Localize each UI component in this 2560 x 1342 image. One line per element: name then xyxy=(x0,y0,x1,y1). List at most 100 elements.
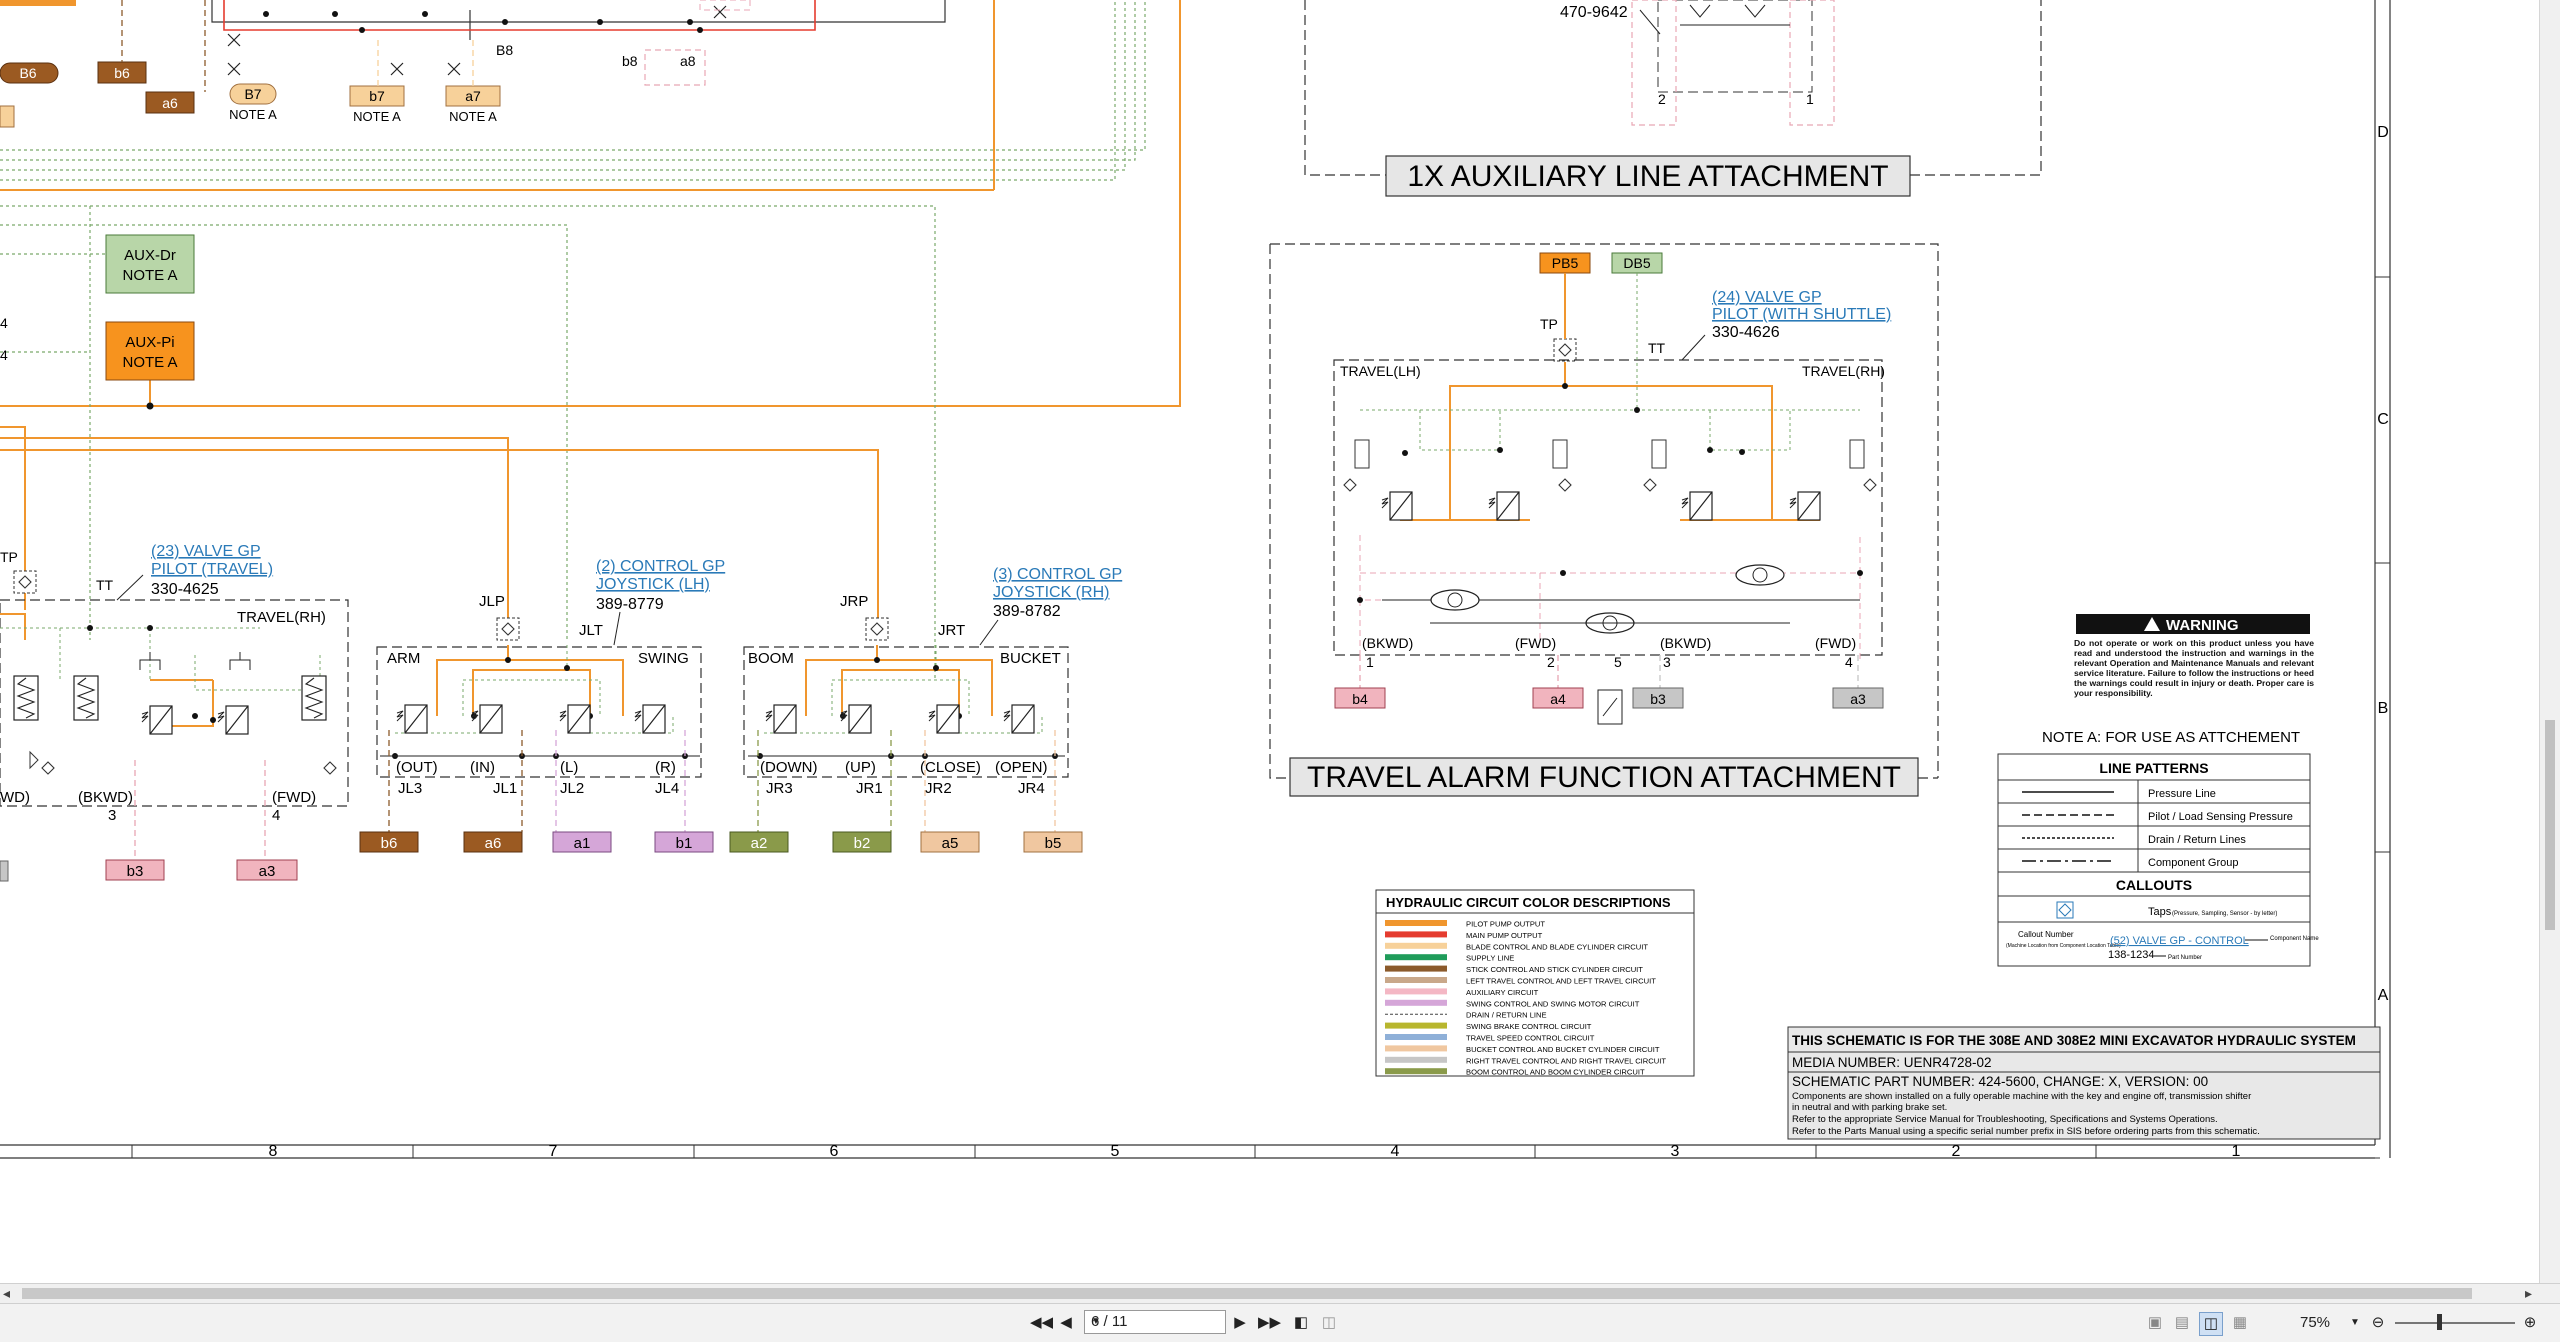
fit-width-icon[interactable]: ◫ xyxy=(1318,1312,1340,1334)
travel-rh-label: TRAVEL(RH) xyxy=(237,609,326,626)
travel-port-4: 4 xyxy=(272,807,280,824)
grid-col-2: 2 xyxy=(1952,1143,1961,1160)
port-a3-left-label: a3 xyxy=(259,863,276,880)
port-jl4: JL4 xyxy=(655,780,679,797)
grid-col-1: 1 xyxy=(2232,1143,2241,1160)
page-dropdown-icon[interactable]: ▼ xyxy=(1091,1311,1221,1333)
line-pattern-pilot: Pilot / Load Sensing Pressure xyxy=(2148,811,2293,823)
grid-row-a: A xyxy=(2378,987,2389,1004)
zoom-out-icon[interactable]: ⊖ xyxy=(2368,1312,2388,1334)
single-page-view-icon[interactable]: ▣ xyxy=(2145,1312,2165,1334)
prev-page-icon[interactable]: ◀ xyxy=(1058,1312,1074,1334)
port-jl1: JL1 xyxy=(493,780,517,797)
joystick-rh-down: (DOWN) xyxy=(760,759,817,776)
joystick-lh-in: (IN) xyxy=(470,759,495,776)
color-swatch xyxy=(1385,920,1447,926)
joystick-rh-callout-link[interactable]: (3) CONTROL GP xyxy=(993,566,1122,583)
grid-row-d: D xyxy=(2377,124,2389,141)
joystick-lh-r: (R) xyxy=(655,759,676,776)
line-patterns-title: LINE PATTERNS xyxy=(2099,760,2208,776)
port-b2-rh-label: b2 xyxy=(854,835,871,852)
travel-valve-callout-link[interactable]: (23) VALVE GP xyxy=(151,543,261,560)
note-a-text: NOTE A: FOR USE AS ATTCHEMENT xyxy=(2042,729,2300,746)
color-swatch xyxy=(1385,1068,1447,1075)
port-jr3: JR3 xyxy=(766,780,793,797)
zoom-slider[interactable] xyxy=(2395,1322,2515,1324)
port-jr2: JR2 xyxy=(925,780,952,797)
horizontal-scrollbar[interactable]: ◂ ▸ xyxy=(0,1283,2560,1304)
joystick-lh-callout-link-2[interactable]: JOYSTICK (LH) xyxy=(596,576,710,593)
travel-alarm-port-3: 3 xyxy=(1663,654,1671,670)
color-desc-label: MAIN PUMP OUTPUT xyxy=(1466,931,1543,940)
port-b7-label: b7 xyxy=(369,88,385,104)
scroll-right-icon[interactable]: ▸ xyxy=(2525,1285,2532,1302)
line-patterns-legend: LINE PATTERNS Pressure Line Pilot / Load… xyxy=(1997,753,2319,967)
fit-page-icon[interactable]: ◧ xyxy=(1290,1312,1312,1334)
part-number-label: Part Number xyxy=(2168,955,2202,961)
travel-fwd-label: (FWD) xyxy=(272,789,316,806)
horizontal-scroll-thumb[interactable] xyxy=(22,1288,2472,1299)
joystick-swing-label: SWING xyxy=(638,650,689,667)
aux-pi-box xyxy=(105,321,195,381)
color-desc-label: STICK CONTROL AND STICK CYLINDER CIRCUIT xyxy=(1466,965,1643,974)
vertical-scrollbar[interactable] xyxy=(2539,0,2560,1283)
color-desc-label: LEFT TRAVEL CONTROL AND LEFT TRAVEL CIRC… xyxy=(1466,977,1656,986)
joystick-lh-part: 389-8779 xyxy=(596,596,664,613)
part-470-9642: 470-9642 xyxy=(1560,4,1628,21)
page-number-input[interactable]: 6 / 11 ▼ xyxy=(1084,1310,1226,1334)
travel-alarm-port-1: 1 xyxy=(1366,654,1374,670)
cover-view-icon[interactable]: ▦ xyxy=(2230,1312,2250,1334)
aux-dr-label: AUX-Dr xyxy=(124,247,176,264)
title-block-note-3: Refer to the appropriate Service Manual … xyxy=(1792,1114,2218,1125)
vertical-scroll-thumb[interactable] xyxy=(2545,720,2555,930)
port-jr1: JR1 xyxy=(856,780,883,797)
aux-dr-note: NOTE A xyxy=(122,267,177,284)
travel-alarm-bkwd-1: (BKWD) xyxy=(1362,635,1413,651)
edge-label-2: 4 xyxy=(0,347,8,363)
color-swatch xyxy=(1385,942,1447,949)
joystick-rh-open: (OPEN) xyxy=(995,759,1048,776)
aux-pi-label: AUX-Pi xyxy=(125,334,174,351)
zoom-level[interactable]: 75% xyxy=(2290,1312,2340,1334)
jrt-label: JRT xyxy=(938,622,965,639)
last-page-icon[interactable]: ▶▶ xyxy=(1258,1312,1281,1334)
travel-bkwd-label: (BKWD) xyxy=(78,789,133,806)
first-page-icon[interactable]: ◀◀ xyxy=(1030,1312,1053,1334)
line-pattern-group: Component Group xyxy=(2148,857,2239,869)
travel-alarm-callout-link-2[interactable]: PILOT (WITH SHUTTLE) xyxy=(1712,306,1891,323)
scroll-left-icon[interactable]: ◂ xyxy=(3,1285,10,1302)
warning-text: Do not operate or work on this product u… xyxy=(2074,638,2314,698)
joystick-rh-callout-link-2[interactable]: JOYSTICK (RH) xyxy=(993,584,1109,601)
travel-alarm-fwd-2: (FWD) xyxy=(1815,635,1856,651)
port-jl2: JL2 xyxy=(560,780,584,797)
port-b6-oval-label: B6 xyxy=(19,65,36,81)
callout-example-link[interactable]: (52) VALVE GP - CONTROL xyxy=(2110,935,2249,947)
continuous-view-icon[interactable]: ▤ xyxy=(2172,1312,2192,1334)
title-block-note-2: in neutral and with parking brake set. xyxy=(1792,1102,1947,1113)
facing-view-icon[interactable]: ◫ xyxy=(2199,1312,2223,1336)
aux-pi-note: NOTE A xyxy=(122,354,177,371)
grid-col-5: 5 xyxy=(1111,1143,1120,1160)
port-b4-label: b4 xyxy=(1352,691,1368,707)
travel-valve-callout-link-2[interactable]: PILOT (TRAVEL) xyxy=(151,561,273,578)
aux-port-2: 2 xyxy=(1658,91,1666,107)
grid-row-c: C xyxy=(2377,411,2389,428)
title-block-heading: THIS SCHEMATIC IS FOR THE 308E AND 308E2… xyxy=(1792,1033,2356,1048)
jrp-label: JRP xyxy=(840,593,868,610)
taps-small: (Pressure, Sampling, Sensor - by letter) xyxy=(2172,911,2277,917)
next-page-icon[interactable]: ▶ xyxy=(1232,1312,1248,1334)
travel-alarm-callout-link[interactable]: (24) VALVE GP xyxy=(1712,289,1822,306)
color-desc-title: HYDRAULIC CIRCUIT COLOR DESCRIPTIONS xyxy=(1386,895,1671,910)
color-desc-label: BOOM CONTROL AND BOOM CYLINDER CIRCUIT xyxy=(1466,1068,1645,1077)
color-descriptions-legend: HYDRAULIC CIRCUIT COLOR DESCRIPTIONS PIL… xyxy=(1375,889,1695,1077)
color-desc-label: BLADE CONTROL AND BLADE CYLINDER CIRCUIT xyxy=(1466,942,1648,951)
zoom-in-icon[interactable]: ⊕ xyxy=(2520,1312,2540,1334)
zoom-dropdown-icon[interactable]: ▼ xyxy=(2350,1312,2360,1334)
joystick-lh-callout-link[interactable]: (2) CONTROL GP xyxy=(596,558,725,575)
travel-alarm-rh: TRAVEL(RH) xyxy=(1802,363,1885,379)
travel-alarm-port-5: 5 xyxy=(1614,654,1622,670)
title-block-note-4: Refer to the Parts Manual using a specif… xyxy=(1792,1126,2260,1137)
zoom-slider-handle[interactable] xyxy=(2437,1314,2442,1330)
color-swatch xyxy=(1385,988,1447,995)
color-desc-label: SWING CONTROL AND SWING MOTOR CIRCUIT xyxy=(1466,999,1640,1008)
